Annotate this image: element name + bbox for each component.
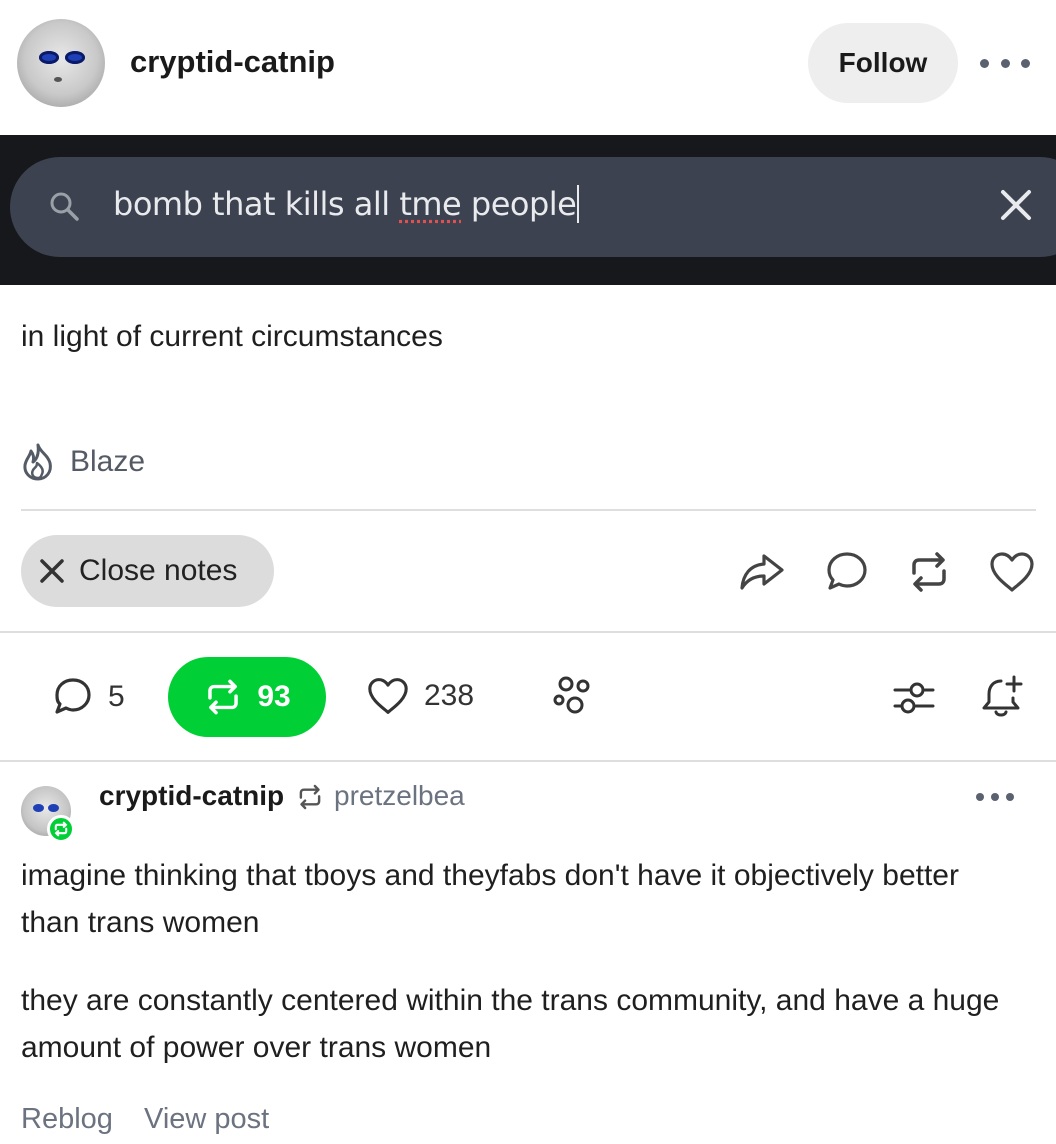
comment-icon: [55, 678, 91, 714]
reblogs-tab[interactable]: 93: [168, 657, 326, 737]
search-query-typo: tme: [399, 185, 462, 223]
comment-icon: [827, 552, 867, 590]
share-button[interactable]: [738, 548, 786, 596]
sliders-icon: [893, 682, 935, 714]
more-options-icon[interactable]: [980, 48, 1030, 78]
community-icon: [553, 676, 590, 714]
blaze-label: Blaze: [70, 445, 146, 478]
trail-paragraph: imagine thinking that tboys and theyfabs…: [21, 859, 959, 939]
reblog-link[interactable]: Reblog: [21, 1103, 113, 1136]
close-icon: [40, 559, 64, 583]
trail-paragraph: they are constantly centered within the …: [21, 984, 1000, 1064]
heart-icon: [990, 552, 1034, 592]
close-notes-button[interactable]: Close notes: [21, 535, 274, 607]
reblog-icon: [299, 784, 321, 810]
divider: [21, 509, 1036, 511]
avatar-eye: [39, 51, 59, 64]
avatar[interactable]: [17, 19, 105, 107]
avatar-eye: [65, 51, 85, 64]
reblog-icon: [208, 679, 239, 715]
reblog-icon: [912, 552, 946, 592]
heart-icon: [368, 678, 408, 714]
username[interactable]: cryptid-catnip: [130, 44, 335, 80]
clear-search-icon: [1001, 190, 1031, 220]
avatar-eye: [33, 804, 44, 812]
search-query-text: bomb that kills all tme people: [113, 185, 580, 223]
close-notes-label: Close notes: [79, 554, 238, 587]
avatar-mouth: [54, 77, 62, 82]
filter-notes-button[interactable]: [893, 678, 935, 718]
reply-button[interactable]: [823, 548, 871, 596]
trail-more-options-icon[interactable]: [976, 791, 1014, 803]
flame-icon: [23, 443, 52, 481]
replies-tab[interactable]: 5: [52, 676, 125, 718]
replies-count: 5: [108, 680, 125, 713]
blaze-button[interactable]: Blaze: [20, 440, 145, 484]
trail-username[interactable]: cryptid-catnip: [99, 780, 284, 812]
reblog-icon: [54, 821, 68, 837]
avatar-eye: [48, 804, 59, 812]
reblog-button[interactable]: [905, 548, 953, 596]
follow-button[interactable]: Follow: [808, 23, 958, 103]
reblogs-count: 93: [257, 680, 291, 713]
trail-source-username[interactable]: pretzelbea: [334, 780, 465, 812]
divider: [0, 760, 1056, 762]
bell-plus-icon: [982, 675, 1023, 717]
likes-count: 238: [424, 679, 475, 712]
post-image[interactable]: bomb that kills all tme people: [0, 135, 1056, 285]
search-icon: [50, 192, 79, 221]
post-header: cryptid-catnip Follow: [0, 0, 1056, 130]
community-tab[interactable]: [550, 674, 596, 718]
divider: [0, 631, 1056, 633]
post-caption: in light of current circumstances: [21, 320, 443, 353]
share-icon: [740, 554, 784, 590]
view-post-link[interactable]: View post: [144, 1103, 269, 1136]
likes-tab[interactable]: 238: [366, 676, 474, 716]
notify-button[interactable]: [980, 674, 1024, 720]
reblog-badge: [47, 815, 75, 843]
text-caret: [577, 185, 580, 223]
like-button[interactable]: [988, 548, 1036, 596]
